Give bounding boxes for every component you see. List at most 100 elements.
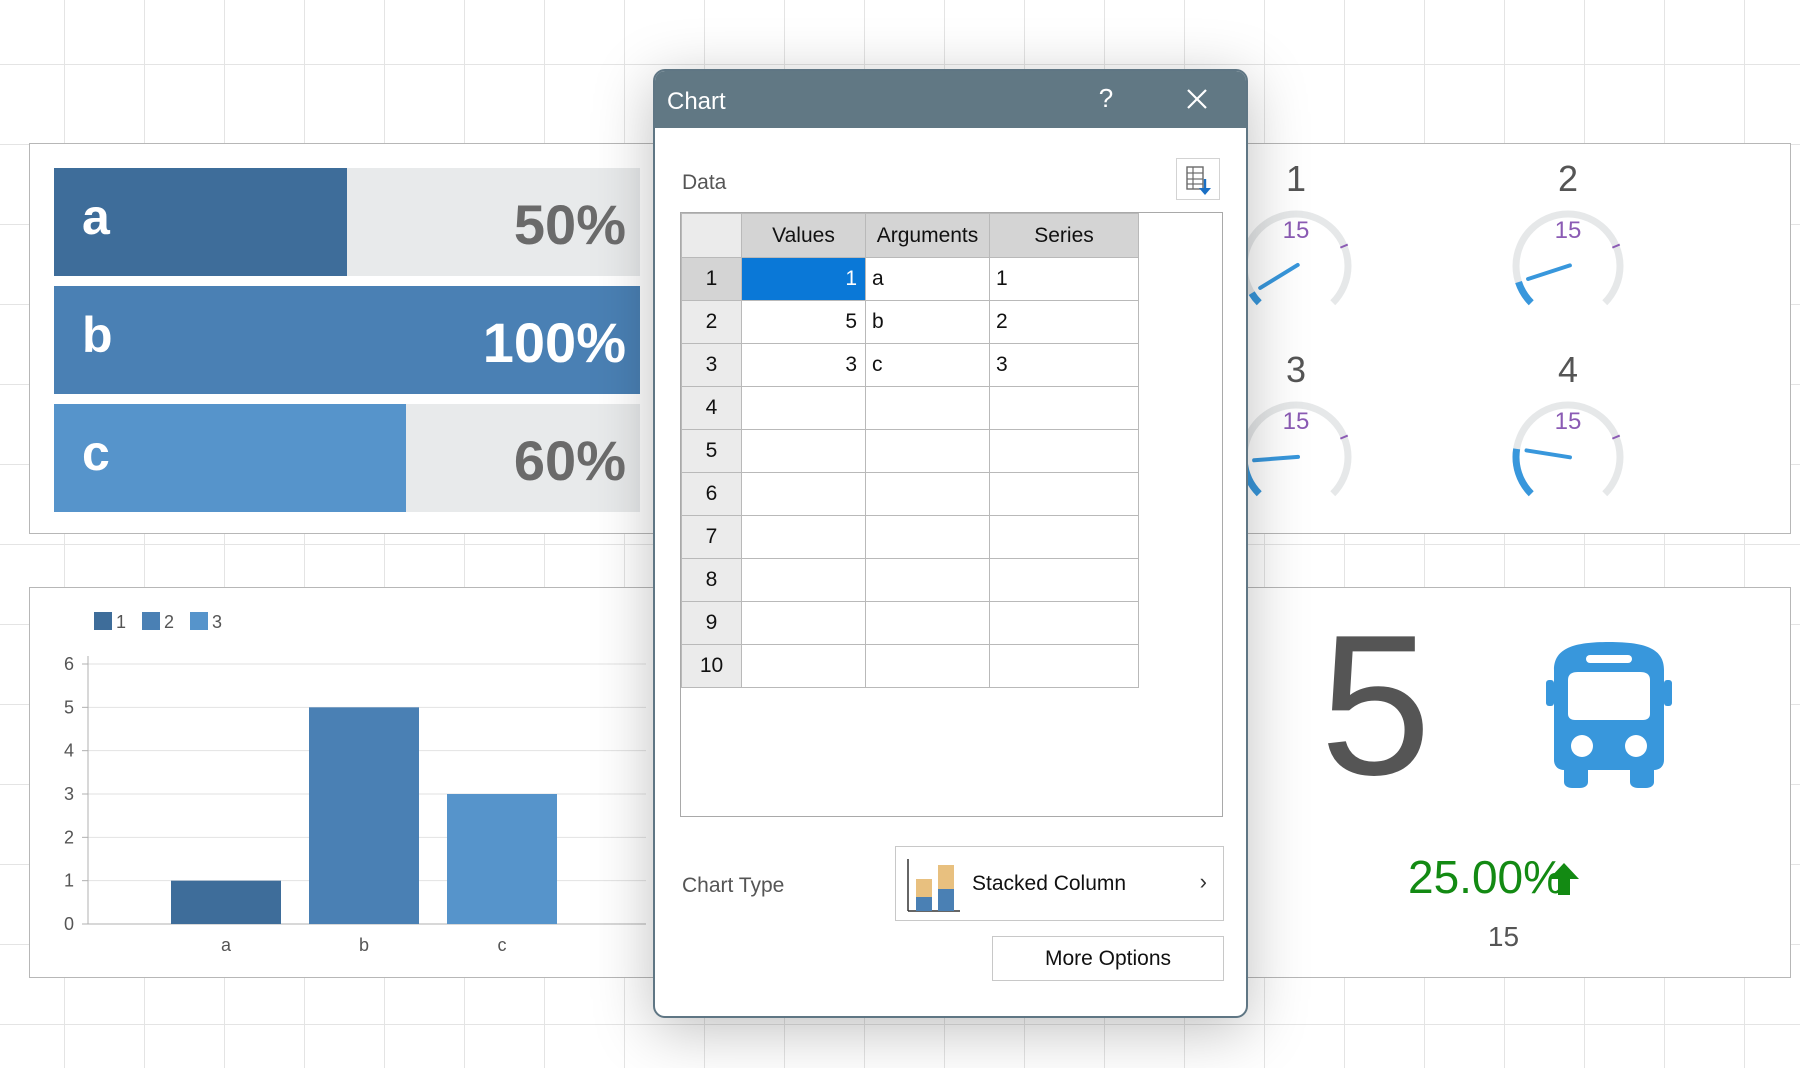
gauge-needle	[1524, 448, 1572, 460]
more-options-button[interactable]: More Options	[992, 936, 1224, 981]
data-grid[interactable]: Values Arguments Series 11a125b233c34567…	[680, 212, 1223, 817]
import-data-button[interactable]	[1176, 158, 1220, 200]
progress-bar-percent: 50%	[513, 193, 626, 256]
values-cell[interactable]	[741, 429, 866, 473]
row-header[interactable]: 4	[681, 386, 742, 430]
gauge-dial: 15	[1240, 210, 1352, 306]
kpi-value: 5	[1320, 594, 1432, 817]
x-tick-label: c	[498, 935, 507, 955]
values-cell[interactable]	[741, 515, 866, 559]
values-cell[interactable]	[741, 644, 866, 688]
arguments-cell[interactable]: b	[865, 300, 990, 344]
arrow-up-icon	[1549, 863, 1579, 895]
grid-row: 10	[681, 644, 1139, 688]
gauge-value-arc	[1248, 291, 1262, 306]
y-tick-label: 0	[64, 914, 74, 934]
kpi-target: 15	[1487, 921, 1520, 952]
kpi-widget: 5 25.00% 15	[1156, 587, 1791, 978]
values-cell[interactable]: 3	[741, 343, 866, 387]
y-tick-label: 6	[64, 654, 74, 674]
chart-type-name: Stacked Column	[972, 872, 1127, 895]
gauge-value-arc	[1515, 280, 1534, 306]
series-cell[interactable]: 1	[989, 257, 1139, 301]
arguments-cell[interactable]	[865, 429, 990, 473]
legend-label: 1	[116, 612, 126, 632]
row-header[interactable]: 3	[681, 343, 742, 387]
row-header[interactable]: 7	[681, 515, 742, 559]
column-header-values[interactable]: Values	[741, 213, 866, 258]
arguments-cell[interactable]: a	[865, 257, 990, 301]
gauge-target-label: 15	[1283, 408, 1310, 435]
grid-corner[interactable]	[681, 213, 742, 258]
legend-label: 3	[212, 612, 222, 632]
series-cell[interactable]	[989, 472, 1139, 516]
chevron-right-icon: ›	[1199, 869, 1207, 894]
series-cell[interactable]: 2	[989, 300, 1139, 344]
legend-swatch	[142, 612, 160, 630]
grid-row: 4	[681, 386, 1139, 430]
gauge-target-label: 15	[1283, 217, 1310, 244]
chart-type-label: Chart Type	[682, 874, 785, 897]
column-bar	[309, 707, 419, 924]
arguments-cell[interactable]: c	[865, 343, 990, 387]
chart-type-selector[interactable]: Stacked Column ›	[895, 846, 1224, 921]
legend-label: 2	[164, 612, 174, 632]
chart-dialog: Chart ? Data Values Arguments Series 1 1…	[653, 69, 1248, 1018]
column-bar	[171, 880, 281, 924]
gauge-title: 1	[1285, 158, 1307, 199]
series-cell[interactable]	[989, 386, 1139, 430]
progress-bar-b: b 100%	[54, 286, 640, 394]
values-cell[interactable]: 1	[741, 257, 866, 301]
values-cell[interactable]	[741, 386, 866, 430]
column-header-series[interactable]: Series	[989, 213, 1139, 258]
gauge-target-label: 15	[1555, 408, 1582, 435]
legend-swatch	[94, 612, 112, 630]
legend-swatch	[190, 612, 208, 630]
x-tick-label: a	[221, 935, 232, 955]
grid-row: 7	[681, 515, 1139, 559]
row-header[interactable]: 8	[681, 558, 742, 602]
y-tick-label: 3	[64, 784, 74, 804]
row-header[interactable]: 9	[681, 601, 742, 645]
help-button[interactable]: ?	[1091, 83, 1121, 113]
gauge-title: 4	[1557, 349, 1579, 390]
values-cell[interactable]	[741, 558, 866, 602]
arguments-cell[interactable]	[865, 386, 990, 430]
series-cell[interactable]	[989, 644, 1139, 688]
series-cell[interactable]: 3	[989, 343, 1139, 387]
arguments-cell[interactable]	[865, 472, 990, 516]
row-header[interactable]: 6	[681, 472, 742, 516]
data-table: Values Arguments Series 11a125b233c34567…	[681, 213, 1139, 688]
gauges-widget: 1 15 2 15 3 15 4 15	[1156, 143, 1791, 534]
gauge-dial: 15	[1240, 401, 1352, 497]
arguments-cell[interactable]	[865, 558, 990, 602]
series-cell[interactable]	[989, 429, 1139, 473]
row-header[interactable]: 10	[681, 644, 742, 688]
x-tick-label: b	[359, 935, 369, 955]
progress-bar-label: a	[82, 189, 110, 245]
series-cell[interactable]	[989, 601, 1139, 645]
values-cell[interactable]: 5	[741, 300, 866, 344]
values-cell[interactable]	[741, 601, 866, 645]
column-header-arguments[interactable]: Arguments	[865, 213, 990, 258]
series-cell[interactable]	[989, 515, 1139, 559]
grid-row: 33c3	[681, 343, 1139, 387]
values-cell[interactable]	[741, 472, 866, 516]
arguments-cell[interactable]	[865, 515, 990, 559]
progress-bar-a: a 50%	[54, 168, 640, 276]
dialog-titlebar[interactable]: Chart ?	[655, 71, 1246, 128]
gauge-dial: 15	[1512, 210, 1624, 306]
close-icon[interactable]	[1183, 85, 1211, 113]
progress-bar-percent: 60%	[513, 429, 626, 492]
grid-row: 9	[681, 601, 1139, 645]
data-section-label: Data	[682, 171, 727, 194]
progress-bars-widget: a 50% b 100% c 60%	[29, 143, 669, 534]
row-header[interactable]: 2	[681, 300, 742, 344]
series-cell[interactable]	[989, 558, 1139, 602]
arguments-cell[interactable]	[865, 601, 990, 645]
y-tick-label: 5	[64, 697, 74, 717]
y-tick-label: 1	[64, 871, 74, 891]
row-header[interactable]: 5	[681, 429, 742, 473]
row-header[interactable]: 1	[681, 257, 742, 301]
arguments-cell[interactable]	[865, 644, 990, 688]
